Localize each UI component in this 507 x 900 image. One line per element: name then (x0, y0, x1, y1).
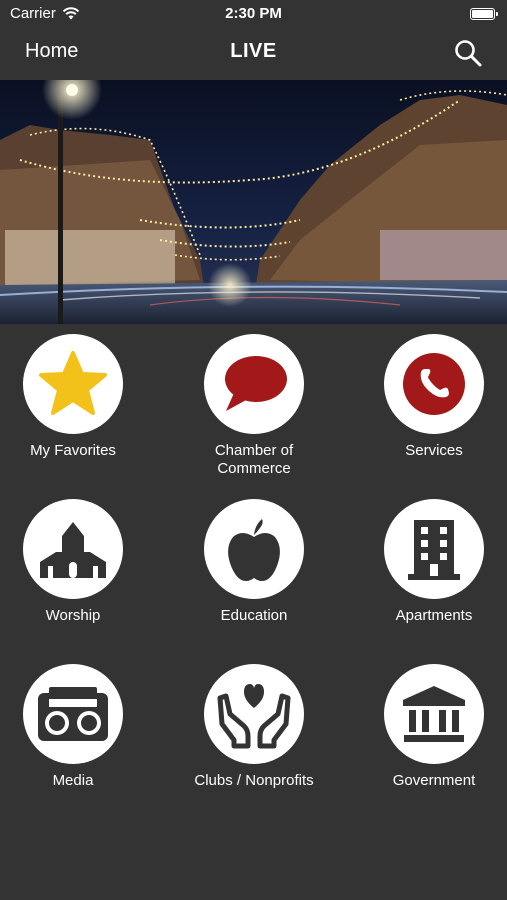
hero-image (0, 80, 507, 324)
tile-label: Government (392, 772, 476, 789)
radio-icon (38, 687, 108, 741)
tile-services[interactable]: Services (354, 334, 507, 460)
tile-label: Apartments (395, 607, 473, 624)
tile-government[interactable]: Government (354, 664, 507, 790)
tile-circle (23, 664, 123, 764)
tile-circle (23, 499, 123, 599)
tile-label: Education (220, 607, 288, 624)
status-bar: Carrier 2:30 PM (0, 0, 507, 28)
tile-label: Media (52, 772, 94, 789)
tile-label: Worship (45, 607, 101, 624)
tile-label: My Favorites (30, 442, 116, 459)
phone-icon (403, 353, 465, 415)
apple-icon (228, 519, 280, 581)
tile-circle (204, 499, 304, 599)
tile-circle (384, 334, 484, 434)
search-icon[interactable] (453, 38, 483, 68)
tile-clubs-nonprofits[interactable]: Clubs / Nonprofits (174, 664, 334, 790)
tile-education[interactable]: Education (174, 499, 334, 625)
hands-heart-icon (217, 684, 291, 749)
star-icon (39, 351, 107, 415)
speech-bubble-icon (225, 356, 287, 411)
tile-circle (23, 334, 123, 434)
tile-worship[interactable]: Worship (0, 499, 153, 625)
tile-label: Services (405, 442, 463, 459)
tile-label: Chamber of Commerce (214, 442, 294, 477)
tile-label: Clubs / Nonprofits (194, 772, 314, 789)
building-icon (408, 520, 460, 580)
tile-media[interactable]: Media (0, 664, 153, 790)
tile-circle (204, 664, 304, 764)
page-title: LIVE (230, 40, 277, 62)
bank-icon (403, 686, 465, 742)
tile-circle (384, 664, 484, 764)
tile-my-favorites[interactable]: My Favorites (0, 334, 153, 460)
tile-circle (384, 499, 484, 599)
battery-icon (470, 8, 498, 20)
tile-circle (204, 334, 304, 434)
nav-bar: Home LIVE (0, 28, 507, 80)
church-icon (40, 522, 106, 578)
tile-apartments[interactable]: Apartments (354, 499, 507, 625)
tile-chamber-of-commerce[interactable]: Chamber of Commerce (174, 334, 334, 478)
status-time: 2:30 PM (225, 5, 282, 22)
